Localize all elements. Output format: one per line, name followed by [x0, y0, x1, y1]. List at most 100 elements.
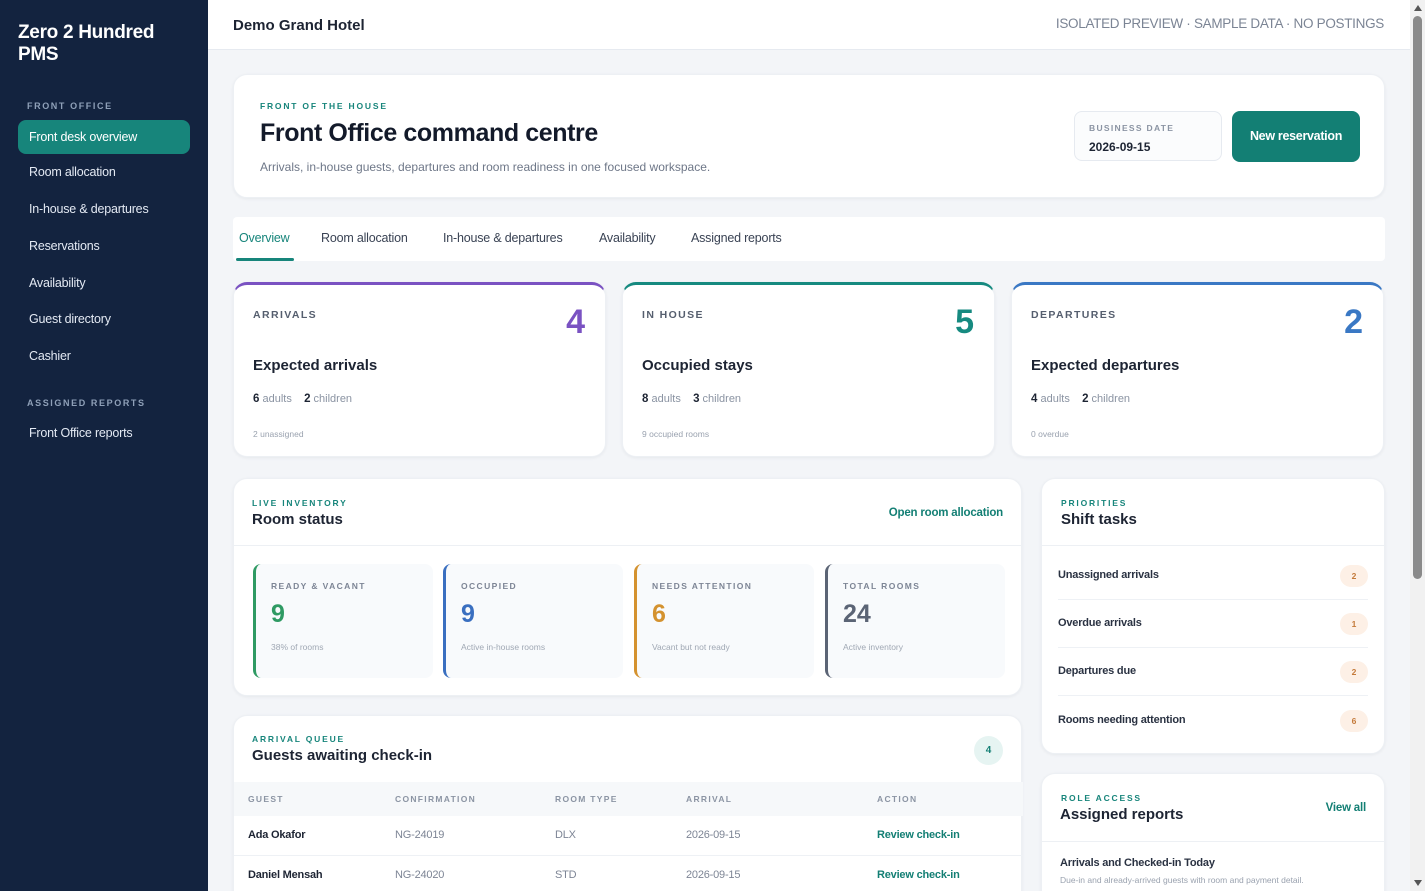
- assigned-reports-eyebrow: ROLE ACCESS: [1061, 793, 1142, 803]
- stat-count: 4: [566, 303, 585, 341]
- tab-in-house-departures[interactable]: In-house & departures: [443, 231, 563, 245]
- divider: [1042, 841, 1386, 842]
- task-label: Rooms needing attention: [1058, 714, 1186, 726]
- report-item-title[interactable]: Arrivals and Checked-in Today: [1060, 857, 1215, 869]
- review-check-in-link[interactable]: Review check-in: [877, 869, 960, 881]
- top-bar: Demo Grand Hotel ISOLATED PREVIEW · SAMP…: [208, 0, 1410, 50]
- adults-count: 6: [253, 393, 260, 405]
- sidebar-item-reservations[interactable]: Reservations: [18, 229, 190, 263]
- scrollbar-thumb[interactable]: [1413, 16, 1422, 579]
- arrival-date: 2026-09-15: [686, 869, 741, 881]
- task-unassigned-arrivals[interactable]: Unassigned arrivals 2: [1058, 552, 1368, 600]
- stat-count: 5: [955, 303, 974, 341]
- hero-panel: FRONT OF THE HOUSE Front Office command …: [233, 74, 1385, 198]
- sidebar-item-room-allocation[interactable]: Room allocation: [18, 155, 190, 189]
- assigned-reports-panel: ROLE ACCESS Assigned reports View all Ar…: [1041, 773, 1386, 891]
- sidebar: Zero 2 Hundred PMS FRONT OFFICE Front de…: [0, 0, 208, 891]
- stat-card-in-house: IN HOUSE 5 Occupied stays 8 adults 3 chi…: [622, 282, 995, 457]
- room-status-total-rooms: TOTAL ROOMS 24 Active inventory: [825, 564, 1005, 678]
- children-label: children: [1091, 393, 1131, 405]
- shift-tasks-panel: PRIORITIES Shift tasks Unassigned arriva…: [1041, 478, 1386, 754]
- column-header-guest: GUEST: [248, 794, 284, 804]
- tab-bar: Overview Room allocation In-house & depa…: [233, 217, 1385, 261]
- task-label: Overdue arrivals: [1058, 617, 1142, 629]
- sidebar-item-in-house-departures[interactable]: In-house & departures: [18, 192, 190, 226]
- stat-footnote: 0 overdue: [1031, 429, 1069, 439]
- column-header-confirmation: CONFIRMATION: [395, 794, 477, 804]
- adults-count: 8: [642, 393, 649, 405]
- nav-section-assigned-reports: ASSIGNED REPORTS: [27, 398, 146, 408]
- mini-value: 9: [271, 600, 285, 628]
- hero-eyebrow: FRONT OF THE HOUSE: [260, 101, 388, 111]
- table-row: Daniel Mensah NG-24020 STD 2026-09-15 Re…: [234, 856, 1023, 891]
- adults-label: adults: [1040, 393, 1070, 405]
- tab-room-allocation[interactable]: Room allocation: [321, 231, 408, 245]
- room-type: DLX: [555, 829, 576, 841]
- brand-logo-text: Zero 2 Hundred PMS: [18, 22, 155, 65]
- sidebar-item-front-office-reports[interactable]: Front Office reports: [18, 416, 190, 450]
- column-header-room-type: ROOM TYPE: [555, 794, 618, 804]
- adults-label: adults: [262, 393, 292, 405]
- stat-title: Occupied stays: [642, 357, 753, 374]
- room-status-eyebrow: LIVE INVENTORY: [252, 498, 348, 508]
- stat-card-arrivals: ARRIVALS 4 Expected arrivals 6 adults 2 …: [233, 282, 606, 457]
- review-check-in-link[interactable]: Review check-in: [877, 829, 960, 841]
- task-label: Departures due: [1058, 665, 1136, 677]
- tab-availability[interactable]: Availability: [599, 231, 656, 245]
- mini-value: 24: [843, 600, 871, 628]
- arrival-queue-eyebrow: ARRIVAL QUEUE: [252, 734, 345, 744]
- stat-count: 2: [1344, 303, 1363, 341]
- mini-sub: Vacant but not ready: [652, 642, 730, 652]
- stat-label: ARRIVALS: [253, 309, 318, 321]
- column-header-action: ACTION: [877, 794, 918, 804]
- arrival-queue-count-badge: 4: [974, 736, 1003, 765]
- view-all-reports-link[interactable]: View all: [1326, 802, 1367, 814]
- scroll-up-arrow-icon[interactable]: [1414, 5, 1422, 11]
- task-rooms-needing-attention[interactable]: Rooms needing attention 6: [1058, 697, 1368, 745]
- tab-assigned-reports[interactable]: Assigned reports: [691, 231, 782, 245]
- task-overdue-arrivals[interactable]: Overdue arrivals 1: [1058, 600, 1368, 648]
- confirmation-number: NG-24020: [395, 869, 445, 881]
- table-header: GUEST CONFIRMATION ROOM TYPE ARRIVAL ACT…: [234, 782, 1023, 816]
- mini-sub: Active inventory: [843, 642, 903, 652]
- stat-footnote: 2 unassigned: [253, 429, 304, 439]
- scroll-down-arrow-icon[interactable]: [1414, 880, 1422, 886]
- room-status-title: Room status: [252, 511, 343, 528]
- mini-value: 9: [461, 600, 475, 628]
- business-date-value: 2026-09-15: [1089, 140, 1151, 154]
- sidebar-item-availability[interactable]: Availability: [18, 266, 190, 300]
- task-count-badge: 6: [1340, 710, 1368, 732]
- mini-label: TOTAL ROOMS: [843, 581, 921, 591]
- mini-sub: 38% of rooms: [271, 642, 324, 652]
- mini-label: OCCUPIED: [461, 581, 518, 591]
- stat-guest-counts: 8 adults 3 children: [642, 393, 741, 405]
- open-room-allocation-link[interactable]: Open room allocation: [889, 507, 1003, 519]
- task-count-badge: 2: [1340, 661, 1368, 683]
- stat-guest-counts: 6 adults 2 children: [253, 393, 352, 405]
- sidebar-item-guest-directory[interactable]: Guest directory: [18, 302, 190, 336]
- children-count: 2: [304, 393, 311, 405]
- guest-name: Daniel Mensah: [248, 869, 323, 881]
- sidebar-item-front-desk-overview[interactable]: Front desk overview: [18, 120, 190, 154]
- page-scrollbar[interactable]: [1410, 0, 1425, 891]
- task-departures-due[interactable]: Departures due 2: [1058, 648, 1368, 696]
- children-label: children: [702, 393, 742, 405]
- task-count-badge: 2: [1340, 565, 1368, 587]
- business-date-box: BUSINESS DATE 2026-09-15: [1074, 111, 1222, 161]
- sidebar-item-cashier[interactable]: Cashier: [18, 339, 190, 373]
- shift-tasks-title: Shift tasks: [1061, 511, 1137, 528]
- children-count: 3: [693, 393, 700, 405]
- room-status-occupied: OCCUPIED 9 Active in-house rooms: [443, 564, 623, 678]
- arrival-queue-panel: ARRIVAL QUEUE Guests awaiting check-in 4…: [233, 715, 1023, 891]
- tab-overview[interactable]: Overview: [239, 231, 290, 245]
- stat-footnote: 9 occupied rooms: [642, 429, 710, 439]
- report-item-description: Due-in and already-arrived guests with r…: [1060, 875, 1304, 885]
- nav-section-front-office: FRONT OFFICE: [27, 101, 113, 111]
- new-reservation-button[interactable]: New reservation: [1232, 111, 1360, 162]
- mini-label: NEEDS ATTENTION: [652, 581, 753, 591]
- stat-title: Expected departures: [1031, 357, 1180, 374]
- page-subtitle: Arrivals, in-house guests, departures an…: [260, 160, 711, 174]
- stat-guest-counts: 4 adults 2 children: [1031, 393, 1130, 405]
- room-type: STD: [555, 869, 577, 881]
- assigned-reports-title: Assigned reports: [1060, 806, 1184, 823]
